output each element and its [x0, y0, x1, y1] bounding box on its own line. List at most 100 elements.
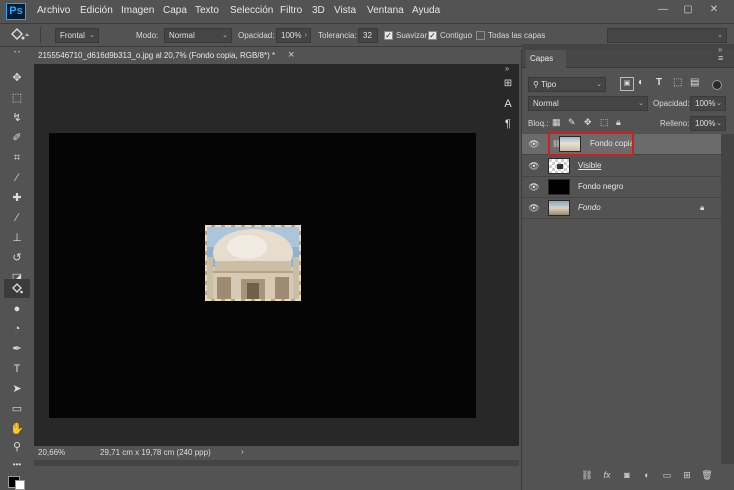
lock-pixels-icon[interactable]: ✎	[568, 117, 576, 128]
lock-position-icon[interactable]: ✥	[584, 117, 592, 128]
layer-row-visible[interactable]: 👁︎ Visible	[522, 156, 721, 177]
crop-tool-icon[interactable]: ⌗	[4, 149, 30, 168]
more-tools-icon[interactable]: •••	[4, 455, 30, 474]
filter-smart-object-icon[interactable]: ▤	[690, 77, 699, 88]
quick-selection-tool-icon[interactable]: ✐	[4, 129, 30, 148]
selected-image-fragment[interactable]	[205, 225, 301, 301]
tolerance-value: 32	[363, 31, 372, 40]
hand-tool-icon[interactable]: ✋	[4, 420, 30, 439]
lasso-tool-icon[interactable]: ↯	[4, 109, 30, 128]
layer-fill-field[interactable]: 100% ⌄	[690, 116, 726, 131]
opacity-field[interactable]: 100% ›	[276, 28, 311, 43]
chevron-down-icon: ⌄	[638, 100, 644, 107]
all-layers-checkbox[interactable]	[476, 31, 485, 40]
adjustment-layer-icon[interactable]: ◐	[640, 468, 654, 482]
tolerance-label: Tolerancia:	[318, 31, 357, 40]
layer-name[interactable]: Fondo negro	[578, 182, 623, 191]
highlight-annotation-box	[548, 132, 634, 156]
menu-texto[interactable]: Texto	[195, 5, 219, 16]
menu-3d[interactable]: 3D	[312, 5, 325, 16]
filter-adjustment-icon[interactable]: ◐	[638, 77, 644, 88]
new-group-icon[interactable]: ▭	[660, 468, 674, 482]
menu-edicion[interactable]: Edición	[80, 5, 113, 16]
paint-bucket-tool-preset-icon[interactable]	[8, 27, 32, 43]
visibility-eye-icon[interactable]: 👁︎	[528, 182, 540, 192]
rectangle-tool-icon[interactable]: ▭	[4, 400, 30, 419]
filter-shape-icon[interactable]: ⬚	[673, 77, 682, 88]
menu-vista[interactable]: Vista	[334, 5, 356, 16]
lock-transparent-icon[interactable]: ▦	[552, 117, 561, 128]
add-mask-icon[interactable]: ◙	[620, 468, 634, 482]
layer-fill-value: 100%	[695, 119, 716, 128]
status-menu-arrow-icon[interactable]: ›	[241, 447, 244, 456]
filter-toggle[interactable]	[712, 80, 722, 90]
horizontal-scrollbar[interactable]	[34, 460, 519, 466]
smooth-checkbox[interactable]: ✓	[384, 31, 393, 40]
type-tool-icon[interactable]: T	[4, 360, 30, 379]
layer-thumbnail	[548, 158, 570, 174]
path-selection-tool-icon[interactable]: ➤	[4, 380, 30, 399]
chevron-down-icon: ›	[304, 32, 307, 39]
blur-tool-icon[interactable]: ●	[4, 300, 30, 319]
character-panel-icon[interactable]: A	[501, 98, 515, 112]
dodge-tool-icon[interactable]: ◔	[4, 320, 30, 339]
eyedropper-tool-icon[interactable]: ⁄	[4, 169, 30, 188]
layer-name[interactable]: Fondo	[578, 203, 601, 212]
mode-value: Normal	[169, 31, 195, 40]
maximize-button[interactable]: ▢	[681, 4, 695, 16]
menu-seleccion[interactable]: Selección	[230, 5, 273, 16]
contiguous-checkbox[interactable]: ✓	[428, 31, 437, 40]
layer-opacity-label: Opacidad:	[653, 99, 690, 108]
layers-scrollbar[interactable]	[721, 134, 734, 464]
visibility-eye-icon[interactable]: 👁︎	[528, 161, 540, 171]
menu-imagen[interactable]: Imagen	[121, 5, 154, 16]
layer-style-fx-icon[interactable]: fx	[600, 468, 614, 482]
move-tool-icon[interactable]: ✥	[4, 69, 30, 88]
background-color-swatch[interactable]	[15, 480, 25, 490]
layer-opacity-field[interactable]: 100% ⌄	[690, 96, 726, 111]
expand-panels-icon[interactable]: »	[718, 45, 722, 54]
fill-source-select[interactable]: Frontal ⌄	[55, 28, 99, 43]
brush-tool-icon[interactable]: ∕	[4, 209, 30, 228]
marquee-tool-icon[interactable]: ⬚	[4, 89, 30, 108]
minimize-button[interactable]: —	[656, 4, 670, 16]
pen-tool-icon[interactable]: ✒	[4, 340, 30, 359]
delete-layer-icon[interactable]: 🗑︎	[700, 468, 714, 482]
paint-bucket-tool-icon[interactable]	[4, 279, 30, 298]
menu-archivo[interactable]: Archivo	[37, 5, 70, 16]
history-brush-tool-icon[interactable]: ↺	[4, 249, 30, 268]
visibility-eye-icon[interactable]: 👁︎	[528, 139, 540, 149]
new-layer-icon[interactable]: ⊞	[680, 468, 694, 482]
filter-type-icon[interactable]: T	[656, 77, 662, 88]
link-layers-icon[interactable]: ⛓	[580, 468, 594, 482]
menu-ayuda[interactable]: Ayuda	[412, 5, 440, 16]
visibility-eye-icon[interactable]: 👁︎	[528, 203, 540, 213]
layer-filter-select[interactable]: ⚲ Tipo ⌄	[528, 77, 606, 92]
tolerance-field[interactable]: 32	[358, 28, 378, 43]
close-window-button[interactable]: ✕	[707, 4, 721, 16]
paragraph-panel-icon[interactable]: ¶	[501, 118, 515, 132]
clone-stamp-tool-icon[interactable]: ⊥	[4, 229, 30, 248]
opacity-value: 100%	[281, 31, 302, 40]
menu-filtro[interactable]: Filtro	[280, 5, 302, 16]
layer-name[interactable]: Visible	[578, 161, 601, 170]
lock-all-icon[interactable]: 🔒︎	[616, 117, 621, 128]
layer-row-fondo-negro[interactable]: 👁︎ Fondo negro	[522, 177, 721, 198]
workspace-select[interactable]: ⌄	[607, 28, 727, 43]
panel-menu-icon[interactable]: ≡	[718, 53, 723, 63]
menu-ventana[interactable]: Ventana	[367, 5, 404, 16]
filter-pixel-icon[interactable]: ▣	[620, 77, 634, 91]
close-document-icon[interactable]: ×	[288, 49, 294, 61]
menu-capa[interactable]: Capa	[163, 5, 187, 16]
zoom-level[interactable]: 20,66%	[38, 448, 65, 457]
collapse-panels-icon[interactable]: »	[497, 64, 517, 78]
lock-artboard-icon[interactable]: ⬚	[600, 117, 609, 128]
layer-thumbnail	[548, 179, 570, 195]
tab-capas[interactable]: Capas	[526, 50, 566, 68]
healing-brush-tool-icon[interactable]: ✚	[4, 189, 30, 208]
history-panel-icon[interactable]: ⊞	[501, 78, 515, 92]
document-tab[interactable]: 2155546710_d616d9b313_o.jpg al 20,7% (Fo…	[34, 48, 298, 64]
mode-select[interactable]: Normal ⌄	[164, 28, 232, 43]
layer-row-fondo[interactable]: 👁︎ Fondo 🔒︎	[522, 198, 721, 219]
blend-mode-select[interactable]: Normal ⌄	[528, 96, 648, 111]
